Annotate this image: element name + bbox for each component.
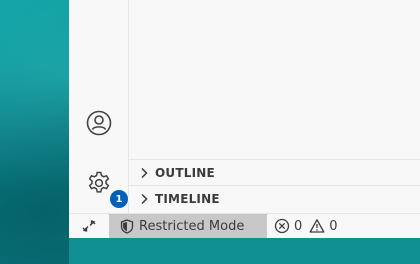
remote-icon bbox=[82, 220, 96, 232]
chevron-right-icon bbox=[133, 188, 155, 210]
chevron-right-icon bbox=[133, 162, 155, 184]
manage-badge: 1 bbox=[109, 189, 129, 209]
section-outline-label: OUTLINE bbox=[155, 165, 215, 180]
editor-window: 1 OUTLINE TIMELINE Restricted Mode 0 0 bbox=[69, 0, 420, 264]
account-icon bbox=[86, 110, 112, 136]
accounts-button[interactable] bbox=[79, 103, 119, 143]
sidebar: OUTLINE TIMELINE bbox=[129, 0, 420, 213]
section-timeline[interactable]: TIMELINE bbox=[129, 185, 420, 211]
status-bar: Restricted Mode 0 0 bbox=[69, 213, 420, 238]
gear-icon bbox=[88, 171, 110, 193]
desktop-below-window bbox=[69, 238, 420, 264]
remote-button[interactable] bbox=[69, 214, 109, 238]
section-outline[interactable]: OUTLINE bbox=[129, 159, 420, 185]
shield-icon bbox=[120, 218, 134, 234]
warning-count: 0 bbox=[329, 218, 338, 234]
activity-bar: 1 bbox=[69, 0, 129, 213]
manage-button[interactable]: 1 bbox=[79, 163, 129, 209]
error-icon bbox=[274, 218, 290, 234]
error-count: 0 bbox=[294, 218, 303, 234]
problems-button[interactable]: 0 0 bbox=[274, 214, 345, 238]
section-timeline-label: TIMELINE bbox=[155, 191, 220, 206]
restricted-mode-label: Restricted Mode bbox=[139, 218, 245, 234]
restricted-mode-button[interactable]: Restricted Mode bbox=[109, 214, 267, 238]
sidebar-content bbox=[129, 0, 420, 159]
warning-icon bbox=[309, 219, 325, 233]
